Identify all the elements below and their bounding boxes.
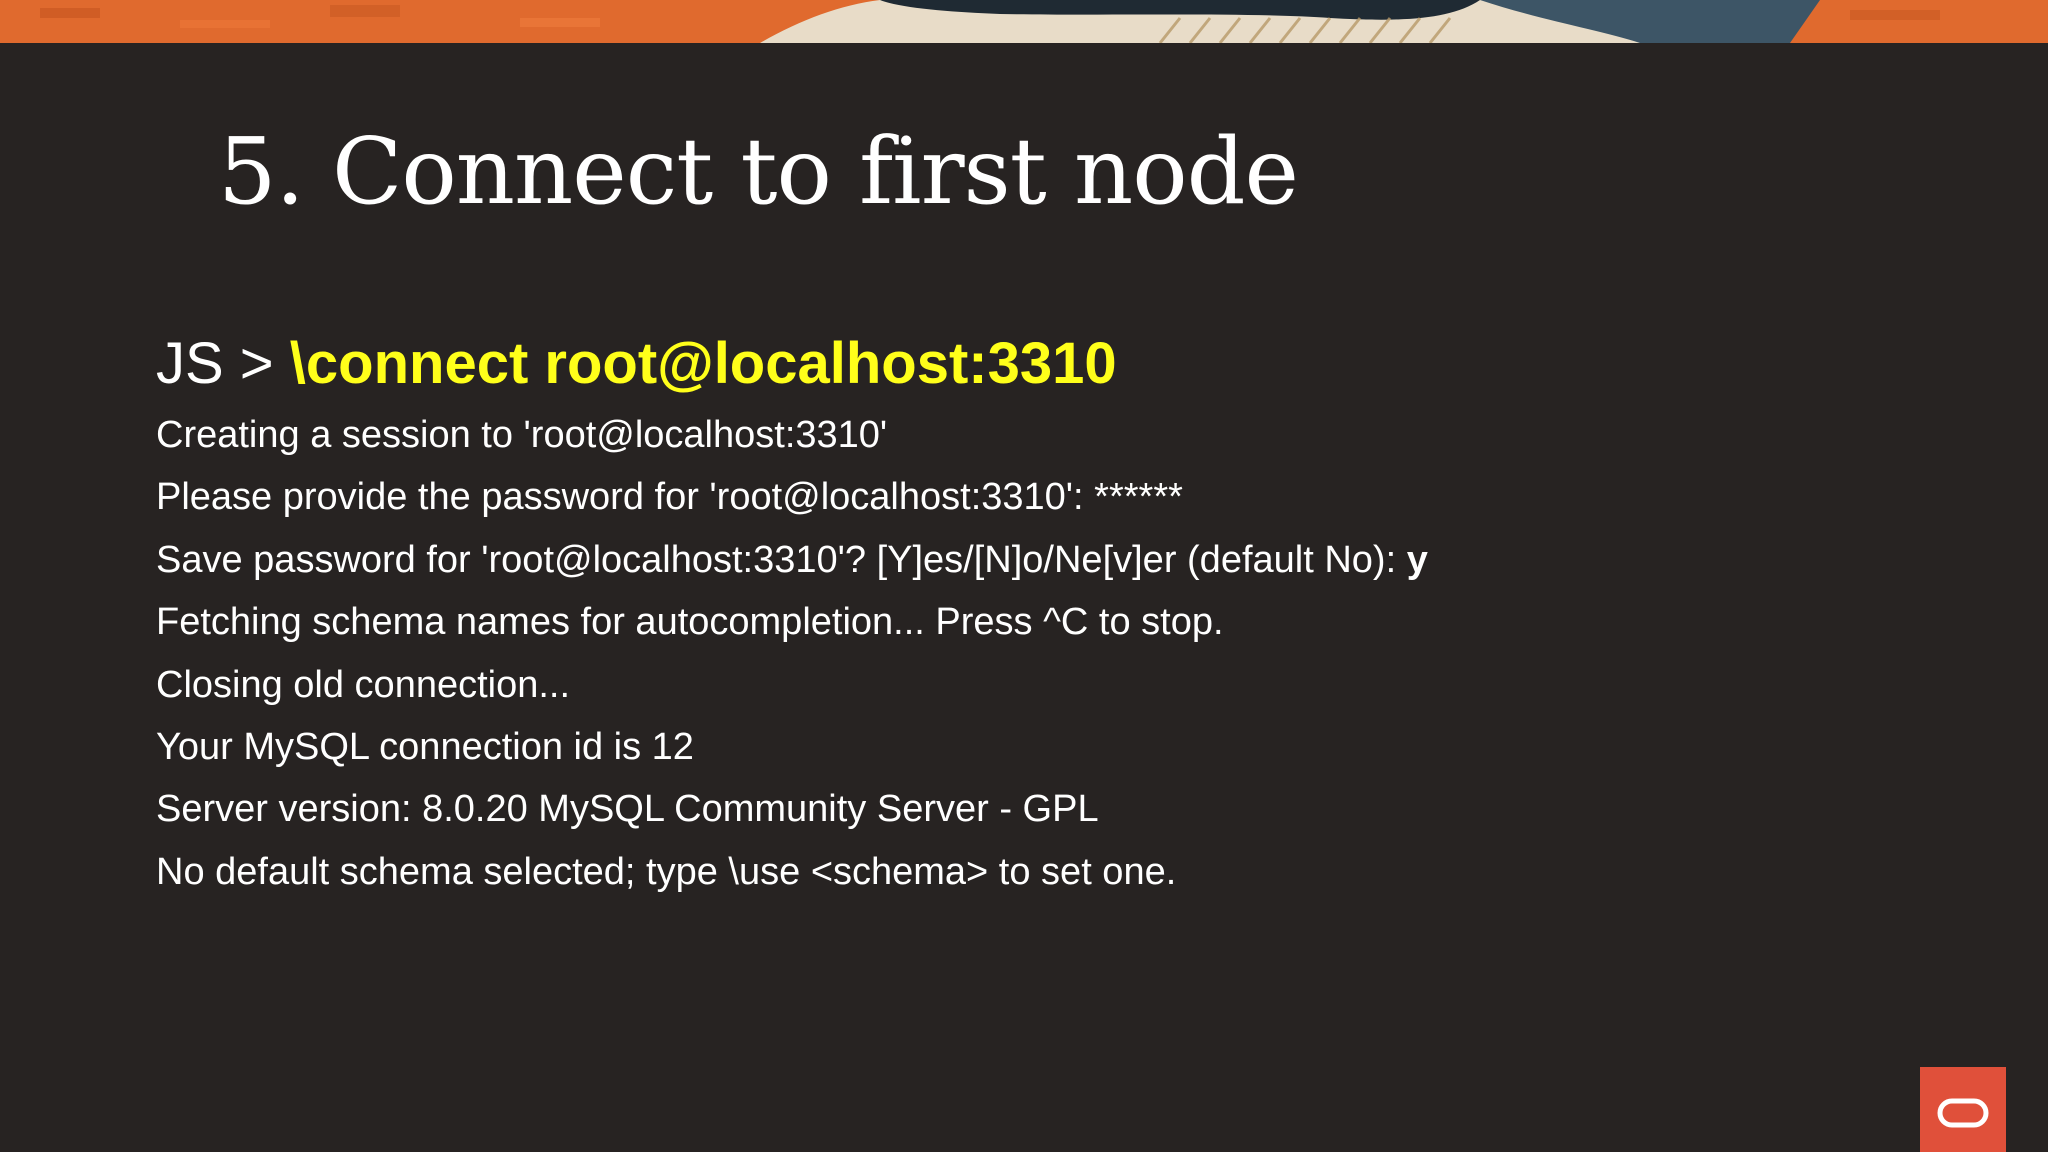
oracle-logo-icon — [1937, 1098, 1989, 1128]
decorative-banner — [0, 0, 2048, 43]
output-line-text: Please provide the password for 'root@lo… — [156, 476, 1183, 519]
user-answer: y — [1406, 538, 1428, 581]
output-line: Server version: 8.0.20 MySQL Community S… — [156, 778, 1956, 840]
output-line-text: Creating a session to 'root@localhost:33… — [156, 414, 888, 456]
terminal-output: JS > \connect root@localhost:3310 Creati… — [156, 330, 1956, 903]
output-line: Save password for 'root@localhost:3310'?… — [156, 529, 1956, 591]
output-line: Closing old connection... — [156, 654, 1956, 716]
output-line: Fetching schema names for autocompletion… — [156, 591, 1956, 653]
output-line: Creating a session to 'root@localhost:33… — [156, 404, 1956, 466]
output-line: Your MySQL connection id is 12 — [156, 716, 1956, 778]
output-line-text: Save password for 'root@localhost:3310'?… — [156, 538, 1407, 581]
output-line-text: Fetching schema names for autocompletion… — [156, 601, 1224, 644]
slide-title: 5. Connect to first node — [218, 118, 1299, 225]
banner-artwork-icon — [0, 0, 2048, 43]
output-lines: Creating a session to 'root@localhost:33… — [156, 404, 1956, 903]
output-line-text: Closing old connection... — [156, 663, 571, 706]
oracle-logo — [1920, 1067, 2006, 1152]
presentation-slide: 5. Connect to first node JS > \connect r… — [0, 0, 2048, 1152]
connect-command: \connect root@localhost:3310 — [289, 331, 1117, 396]
output-line-text: Server version: 8.0.20 MySQL Community S… — [156, 788, 1099, 831]
shell-prompt: JS > — [156, 331, 290, 396]
command-line: JS > \connect root@localhost:3310 — [156, 330, 1956, 398]
output-line-text: Your MySQL connection id is 12 — [156, 725, 694, 768]
output-line-text: No default schema selected; type \use <s… — [156, 850, 1177, 893]
output-line: No default schema selected; type \use <s… — [156, 841, 1956, 903]
output-line: Please provide the password for 'root@lo… — [156, 466, 1956, 528]
